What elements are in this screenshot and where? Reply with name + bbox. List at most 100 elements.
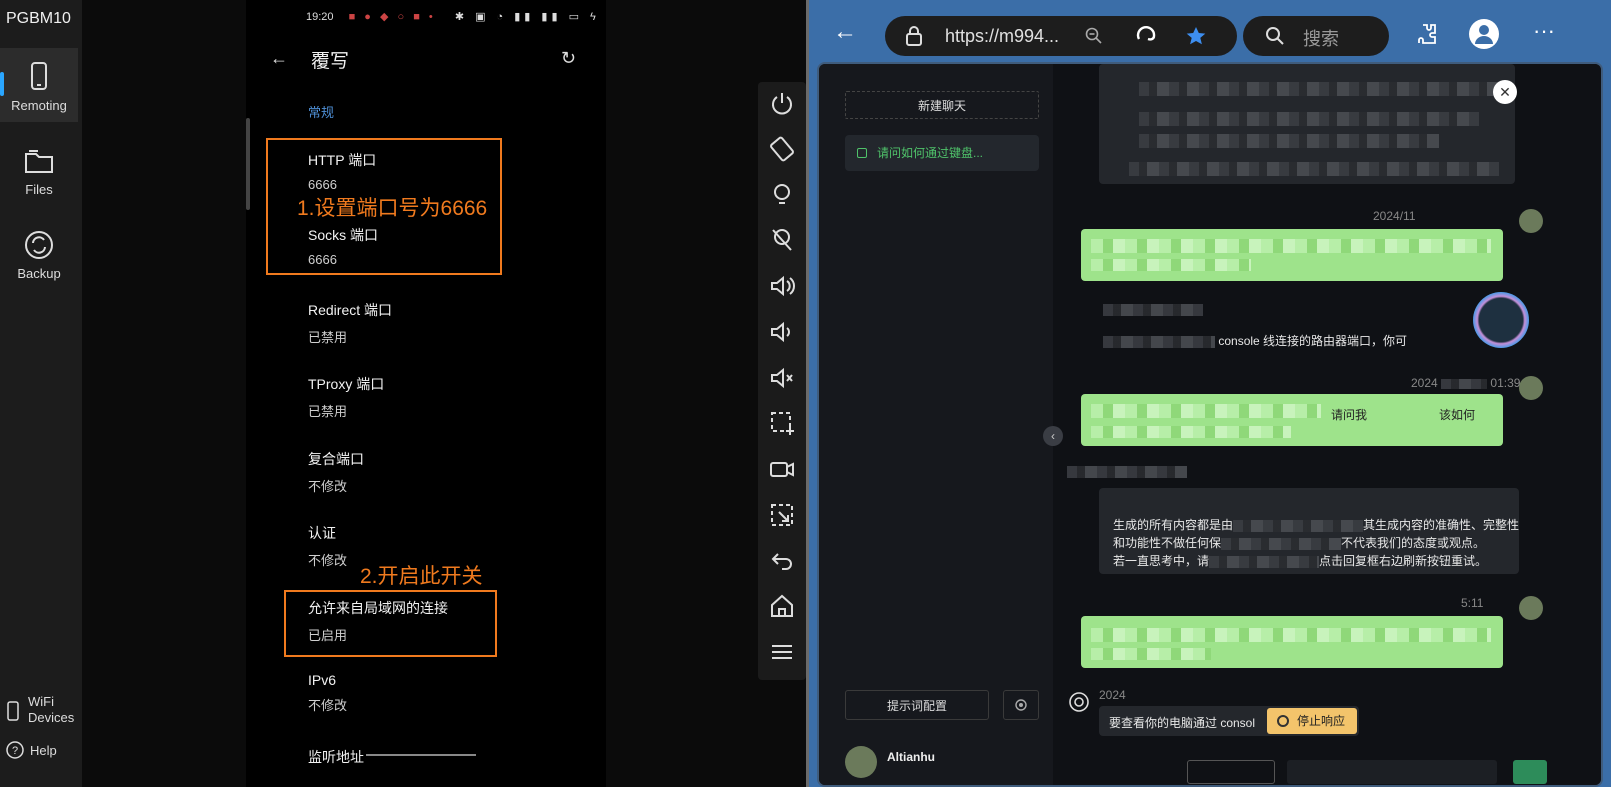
new-chat-button[interactable]: 新建聊天 bbox=[845, 91, 1039, 119]
redacted-text bbox=[1139, 112, 1479, 126]
disclaimer-text: 和功能性不做任何保 bbox=[1113, 536, 1222, 550]
stop-response-button[interactable]: 停止响应 bbox=[1267, 708, 1357, 734]
mute-icon[interactable] bbox=[768, 364, 796, 392]
lightbulb-icon[interactable] bbox=[768, 181, 796, 209]
rotate-icon[interactable] bbox=[768, 135, 796, 163]
redacted-text bbox=[1091, 426, 1291, 438]
chat-history-title: 请问如何通过键盘... bbox=[877, 146, 984, 160]
pref-title: TProxy 端口 bbox=[308, 376, 385, 392]
redacted-text bbox=[1091, 259, 1251, 271]
pref-tproxy-port[interactable]: TProxy 端口 已禁用 bbox=[308, 374, 568, 420]
active-indicator bbox=[0, 72, 4, 96]
disclaimer-text: 点击回复框右边刷新按钮重试。 bbox=[1319, 554, 1488, 568]
nav-files[interactable]: Files bbox=[0, 132, 78, 206]
back-icon[interactable] bbox=[768, 546, 796, 574]
pref-redirect-port[interactable]: Redirect 端口 已禁用 bbox=[308, 300, 568, 346]
folder-icon bbox=[25, 150, 53, 173]
disclaimer-line: 和功能性不做任何保 不代表我们的态度或观点。 bbox=[1113, 534, 1485, 551]
pref-value: 不修改 bbox=[308, 479, 348, 494]
status-time: 19:20 bbox=[306, 11, 334, 23]
collapse-sidebar-icon[interactable]: ‹ bbox=[1043, 426, 1063, 446]
redacted-text bbox=[1091, 648, 1211, 660]
redacted-text bbox=[1209, 555, 1320, 568]
svg-text:?: ? bbox=[12, 745, 18, 757]
back-arrow-icon[interactable]: ← bbox=[270, 48, 288, 69]
streaming-text: 要查看你的电脑通过 consol bbox=[1109, 716, 1256, 730]
power-icon[interactable] bbox=[768, 90, 796, 118]
search-icon bbox=[1266, 27, 1284, 45]
annotation-step-2: 2.开启此开关 bbox=[360, 565, 483, 588]
user-message bbox=[1081, 229, 1503, 281]
volume-up-icon[interactable] bbox=[768, 272, 796, 300]
url-text: https://m994... bbox=[945, 26, 1060, 46]
disclaimer-text: 不代表我们的态度或观点。 bbox=[1341, 536, 1486, 550]
volume-down-icon[interactable] bbox=[768, 318, 796, 346]
user-avatar bbox=[845, 746, 877, 778]
reset-icon[interactable]: ↻ bbox=[561, 48, 576, 69]
redacted-text bbox=[1091, 628, 1491, 642]
floating-assistant-icon[interactable] bbox=[1473, 292, 1529, 348]
user-avatar-small bbox=[1519, 376, 1543, 400]
home-icon[interactable] bbox=[768, 592, 796, 620]
pref-value: 不修改 bbox=[308, 698, 348, 713]
close-icon[interactable]: ✕ bbox=[1493, 80, 1517, 104]
user-avatar-small bbox=[1519, 209, 1543, 233]
menu-icon[interactable] bbox=[768, 638, 796, 666]
timestamp-time: 01:39 bbox=[1490, 376, 1521, 390]
zoom-out-icon[interactable] bbox=[1085, 27, 1103, 45]
send-button[interactable] bbox=[1513, 760, 1547, 784]
chat-panel: ‹ ✕ 2024/11 console 线连接的路由器端口，你可 2024 01… bbox=[1043, 64, 1601, 785]
disclaimer-text: 其生成内容的准确性、完整性 bbox=[1363, 518, 1520, 532]
more-menu-icon[interactable]: ··· bbox=[1533, 18, 1555, 44]
target-icon bbox=[1015, 699, 1027, 711]
app-sidebar: PGBM10 Remoting Files Backup WiFi Device… bbox=[0, 0, 82, 787]
chat-history-item[interactable]: 请问如何通过键盘... bbox=[845, 135, 1039, 171]
nav-backup[interactable]: Backup bbox=[0, 216, 78, 290]
nav-backup-label: Backup bbox=[17, 266, 61, 281]
redacted-text bbox=[1103, 304, 1203, 316]
resize-window-icon[interactable] bbox=[768, 501, 796, 529]
chat-bubble-icon bbox=[857, 148, 867, 158]
lightbulb-off-icon[interactable] bbox=[768, 226, 796, 254]
record-video-icon[interactable] bbox=[768, 455, 796, 483]
disclaimer-line: 若一直思考中，请 点击回复框右边刷新按钮重试。 bbox=[1113, 552, 1487, 569]
chat-sidebar: 新建聊天 请问如何通过键盘... 提示词配置 Altianhu bbox=[819, 64, 1055, 785]
redacted-text bbox=[1221, 537, 1342, 550]
nav-files-label: Files bbox=[25, 182, 53, 197]
assistant-snippet: console 线连接的路由器端口，你可 bbox=[1103, 332, 1407, 349]
edge-icon[interactable] bbox=[1135, 25, 1157, 47]
model-switch-button[interactable] bbox=[1187, 760, 1275, 784]
user-message bbox=[1081, 616, 1503, 668]
extensions-icon[interactable] bbox=[1415, 22, 1439, 46]
address-bar[interactable]: https://m994... bbox=[885, 16, 1237, 56]
nav-wifi-devices[interactable]: WiFi Devices bbox=[6, 694, 74, 726]
pref-title: Redirect 端口 bbox=[308, 302, 393, 318]
favorite-star-icon[interactable] bbox=[1185, 25, 1207, 47]
search-placeholder: 搜索 bbox=[1303, 29, 1339, 49]
pref-title: 复合端口 bbox=[308, 451, 364, 467]
timestamp: 2024 01:39 bbox=[1411, 376, 1520, 390]
pref-mixed-port[interactable]: 复合端口 不修改 bbox=[308, 449, 568, 495]
wifi-devices-icon bbox=[7, 701, 19, 721]
prompt-config-button[interactable]: 提示词配置 bbox=[845, 690, 989, 720]
phone-screen: 19:20 ■ ● ◆ ○ ■ • ✱ ▣ ◔ ▮▮ ▮▮ ▭ ϟ ← 覆写 ↻… bbox=[246, 0, 606, 787]
pref-ipv6[interactable]: IPv6 不修改 bbox=[308, 672, 568, 714]
redacted-text bbox=[1233, 519, 1364, 532]
message-input[interactable] bbox=[1287, 760, 1497, 784]
browser-back-icon[interactable]: ← bbox=[833, 18, 857, 46]
remote-toolbar bbox=[758, 82, 806, 680]
nav-remoting[interactable]: Remoting bbox=[0, 48, 78, 122]
user-profile[interactable]: Altianhu bbox=[845, 744, 1055, 784]
app-bar: ← 覆写 ↻ bbox=[266, 44, 576, 72]
profile-avatar-icon[interactable] bbox=[1469, 19, 1499, 49]
screenshot-icon[interactable] bbox=[768, 409, 796, 437]
annotation-step-1: 1.设置端口号为6666 bbox=[297, 197, 488, 220]
search-box[interactable]: 搜索 bbox=[1243, 16, 1389, 56]
settings-button[interactable] bbox=[1003, 690, 1039, 720]
nav-help[interactable]: ? Help bbox=[6, 741, 57, 759]
assistant-message bbox=[1099, 64, 1515, 184]
input-toolbar bbox=[1077, 754, 1547, 785]
redacted-text bbox=[1139, 134, 1439, 148]
help-label: Help bbox=[30, 742, 57, 758]
pref-listen-address[interactable]: 监听地址 bbox=[308, 747, 568, 767]
